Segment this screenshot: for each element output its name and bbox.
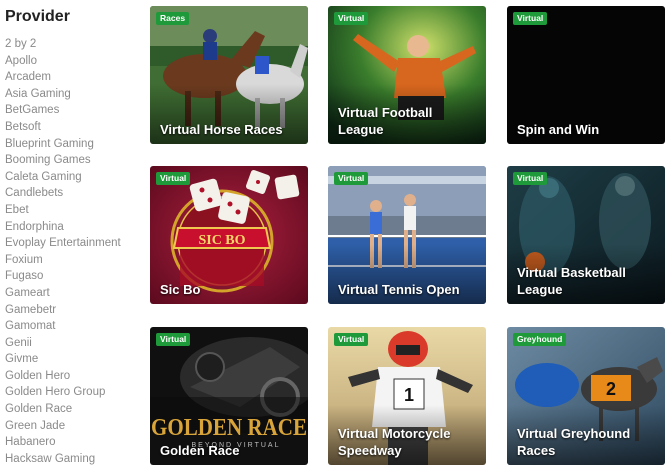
provider-item[interactable]: Endorphina <box>5 219 145 236</box>
category-badge: Virtual <box>156 172 191 185</box>
provider-item[interactable]: Fugaso <box>5 268 145 285</box>
provider-item[interactable]: Arcadem <box>5 69 145 86</box>
game-tile-virtual-motorcycle-speedway[interactable]: 1 Virtual Virtual Motorcycle Speedway <box>328 327 486 465</box>
provider-item[interactable]: Green Jade <box>5 418 145 435</box>
category-badge: Virtual <box>513 172 548 185</box>
provider-item[interactable]: Asia Gaming <box>5 86 145 103</box>
provider-item[interactable]: Gameart <box>5 285 145 302</box>
category-badge: Greyhound <box>513 333 567 346</box>
game-tile-virtual-horse-races[interactable]: Races Virtual Horse Races <box>150 6 308 144</box>
provider-item[interactable]: Gamebetr <box>5 302 145 319</box>
category-badge: Virtual <box>156 333 191 346</box>
provider-list: 2 by 2 Apollo Arcadem Asia Gaming BetGam… <box>5 36 145 467</box>
provider-item[interactable]: Ebet <box>5 202 145 219</box>
game-tile-sic-bo[interactable]: SIC BO Virtual Sic Bo <box>150 166 308 304</box>
game-title: Virtual Motorcycle Speedway <box>338 426 451 458</box>
game-tile-virtual-basketball-league[interactable]: Virtual Virtual Basketball League <box>507 166 665 304</box>
svg-text:2: 2 <box>606 379 616 399</box>
provider-item[interactable]: Booming Games <box>5 152 145 169</box>
provider-item[interactable]: Blueprint Gaming <box>5 136 145 153</box>
svg-text:GOLDEN RACE: GOLDEN RACE <box>151 415 307 441</box>
provider-item[interactable]: Golden Hero Group <box>5 384 145 401</box>
provider-item[interactable]: Caleta Gaming <box>5 169 145 186</box>
provider-item[interactable]: Evoplay Entertainment <box>5 235 145 252</box>
provider-item[interactable]: Givme <box>5 351 145 368</box>
provider-item[interactable]: Candlebets <box>5 185 145 202</box>
game-title: Virtual Football League <box>338 105 433 137</box>
svg-text:1: 1 <box>404 385 414 405</box>
category-badge: Virtual <box>334 333 369 346</box>
provider-item[interactable]: Gamomat <box>5 318 145 335</box>
provider-item[interactable]: Apollo <box>5 53 145 70</box>
provider-heading: Provider <box>5 8 70 25</box>
provider-filter: Provider 2 by 2 Apollo Arcadem Asia Gami… <box>5 6 145 467</box>
game-title: Sic Bo <box>160 282 201 297</box>
provider-item[interactable]: 2 by 2 <box>5 36 145 53</box>
provider-item[interactable]: Habanero <box>5 434 145 451</box>
game-tile-virtual-greyhound-races[interactable]: 2 Greyhound Virtual Greyhound Races <box>507 327 665 465</box>
provider-item[interactable]: BetGames <box>5 102 145 119</box>
game-tile-virtual-football-league[interactable]: Virtual Virtual Football League <box>328 6 486 144</box>
game-title: Virtual Basketball League <box>517 265 626 297</box>
provider-item[interactable]: Genii <box>5 335 145 352</box>
game-title: Virtual Tennis Open <box>338 282 460 297</box>
category-badge: Virtual <box>334 172 369 185</box>
game-tile-spin-and-win[interactable]: Virtual Spin and Win <box>507 6 665 144</box>
provider-item[interactable]: Golden Hero <box>5 368 145 385</box>
provider-item[interactable]: Golden Race <box>5 401 145 418</box>
category-badge: Virtual <box>334 12 369 25</box>
game-title: Virtual Greyhound Races <box>517 426 631 458</box>
category-badge: Races <box>156 12 190 25</box>
category-badge: Virtual <box>513 12 548 25</box>
game-tile-virtual-tennis-open[interactable]: Virtual Virtual Tennis Open <box>328 166 486 304</box>
game-title: Golden Race <box>160 443 240 458</box>
svg-text:SIC BO: SIC BO <box>198 233 245 248</box>
game-title: Spin and Win <box>517 122 600 137</box>
provider-item[interactable]: Foxium <box>5 252 145 269</box>
game-title: Virtual Horse Races <box>160 122 283 137</box>
provider-item[interactable]: Betsoft <box>5 119 145 136</box>
game-tile-golden-race[interactable]: GOLDEN RACE BEYOND VIRTUAL Virtual Golde… <box>150 327 308 465</box>
